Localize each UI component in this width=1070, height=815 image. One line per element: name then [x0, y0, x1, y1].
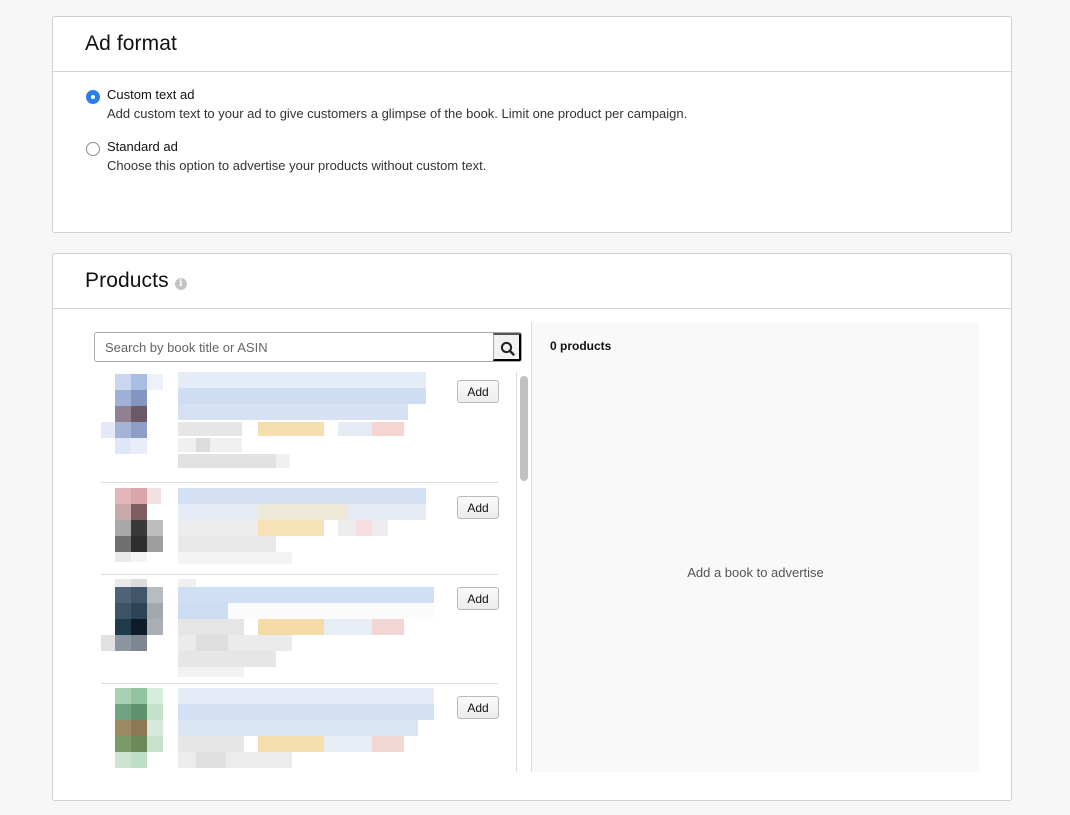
custom-text-ad-description: Add custom text to your ad to give custo… — [107, 106, 688, 121]
item-divider — [101, 683, 498, 684]
add-product-button[interactable]: Add — [457, 696, 499, 719]
list-scrollbar-thumb[interactable] — [520, 376, 528, 481]
info-icon[interactable]: i — [174, 278, 187, 290]
add-product-button[interactable]: Add — [457, 380, 499, 403]
standard-ad-radio[interactable] — [86, 142, 100, 156]
ad-format-title: Ad format — [85, 32, 177, 55]
item-divider — [101, 574, 498, 575]
add-product-button[interactable]: Add — [457, 496, 499, 519]
book-cover-image — [101, 688, 163, 770]
product-item: Add — [101, 372, 499, 482]
product-item: Add — [101, 488, 499, 574]
search-icon — [500, 341, 515, 356]
products-panel: Products i Search by book title or ASIN … — [52, 253, 1012, 801]
standard-ad-label[interactable]: Standard ad — [107, 139, 178, 154]
ad-format-header: Ad format — [53, 17, 1011, 72]
product-details-redacted — [178, 688, 436, 770]
custom-text-ad-label[interactable]: Custom text ad — [107, 87, 194, 102]
products-title: Products — [85, 269, 169, 292]
selected-products-area: 0 products Add a book to advertise — [532, 322, 979, 772]
product-list[interactable]: Add Add Add Add — [85, 372, 533, 772]
product-search-box — [94, 332, 522, 362]
custom-text-ad-radio[interactable] — [86, 90, 100, 104]
selected-products-count: 0 products — [550, 339, 612, 353]
list-scrollbar-track[interactable] — [516, 372, 517, 772]
add-product-button[interactable]: Add — [457, 587, 499, 610]
product-details-redacted — [178, 488, 426, 568]
book-cover-image — [101, 488, 163, 568]
book-cover-image — [101, 372, 163, 456]
item-divider — [101, 482, 498, 483]
product-item: Add — [101, 579, 499, 682]
empty-state-message: Add a book to advertise — [687, 565, 824, 580]
standard-ad-description: Choose this option to advertise your pro… — [107, 158, 487, 173]
product-details-redacted — [178, 372, 426, 470]
product-item: Add — [101, 688, 499, 772]
product-details-redacted — [178, 579, 436, 677]
search-button[interactable] — [493, 333, 521, 361]
products-header: Products i — [53, 254, 1011, 309]
product-search-input[interactable] — [95, 333, 495, 361]
ad-format-panel: Ad format Custom text ad Add custom text… — [52, 16, 1012, 233]
book-cover-image — [101, 579, 163, 659]
